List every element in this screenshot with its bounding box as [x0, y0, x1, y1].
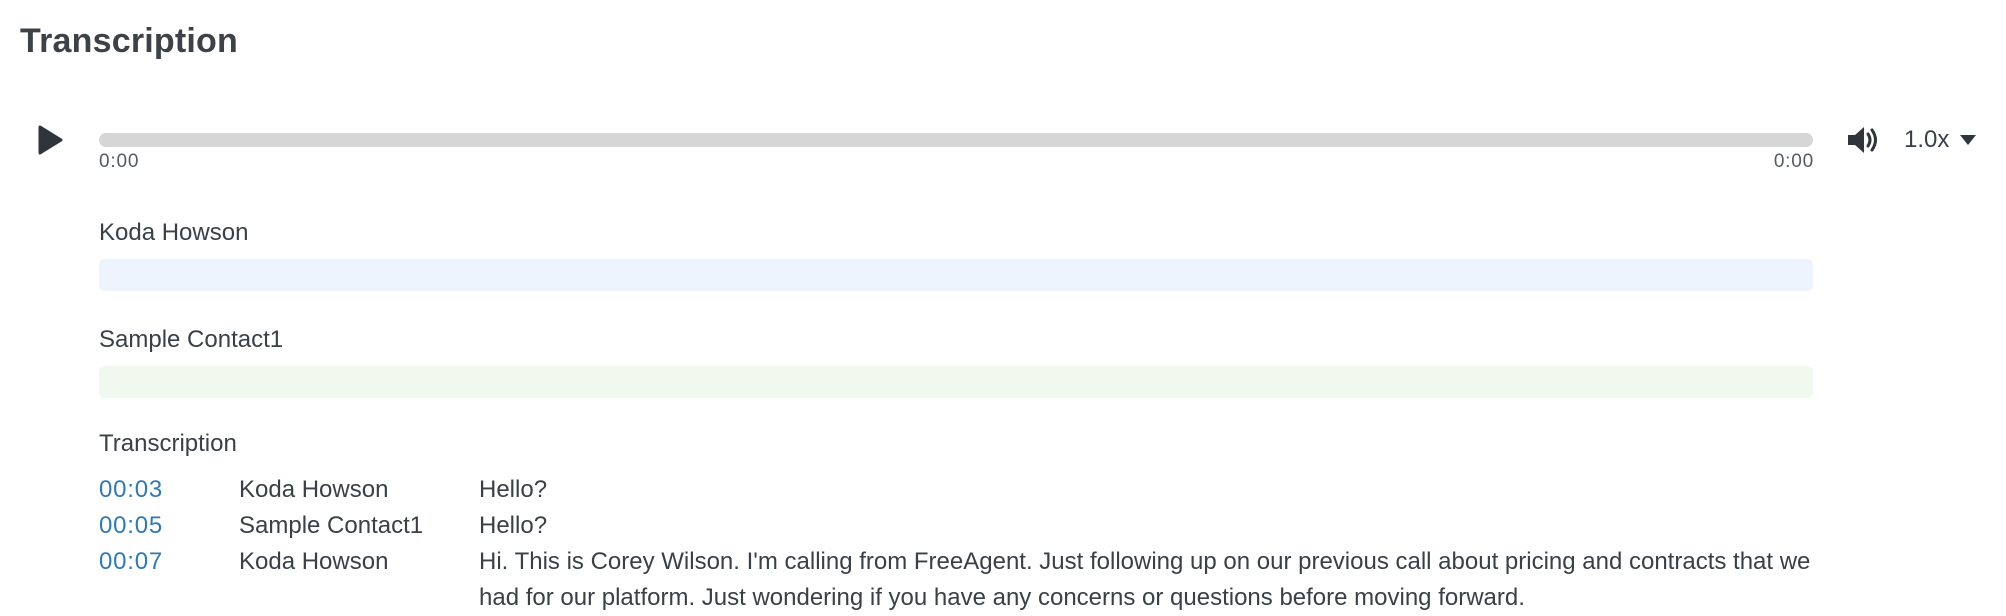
play-button[interactable]: [30, 120, 70, 160]
transcript-row: 00:07 Koda Howson Hi. This is Corey Wils…: [99, 544, 1829, 616]
row-speaker: Koda Howson: [239, 476, 389, 503]
transcription-heading: Transcription: [99, 430, 237, 457]
volume-button[interactable]: [1846, 124, 1880, 156]
audio-progress-bar[interactable]: [99, 133, 1813, 147]
speaker-timeline[interactable]: [99, 366, 1813, 398]
transcript-row: 00:05 Sample Contact1 Hello?: [99, 508, 1829, 544]
row-speaker: Koda Howson: [239, 548, 389, 575]
page-title: Transcription: [20, 22, 238, 60]
duration-time: 0:00: [1773, 151, 1814, 172]
caret-down-icon: [1960, 135, 1977, 145]
playback-speed-value: 1.0x: [1904, 126, 1950, 153]
speaker-name: Koda Howson: [99, 219, 249, 246]
row-text: Hello?: [479, 476, 548, 503]
timestamp-link[interactable]: 00:07: [99, 544, 239, 580]
playback-speed-select[interactable]: 1.0x: [1904, 124, 1977, 156]
speaker-name: Sample Contact1: [99, 326, 284, 353]
row-speaker: Sample Contact1: [239, 512, 424, 539]
play-icon: [38, 125, 63, 155]
timestamp-link[interactable]: 00:03: [99, 472, 239, 508]
transcript-list: 00:03 Koda Howson Hello? 00:05 Sample Co…: [99, 472, 1829, 616]
current-time: 0:00: [99, 151, 140, 172]
transcript-row: 00:03 Koda Howson Hello?: [99, 472, 1829, 508]
volume-icon: [1848, 127, 1877, 153]
row-text: Hello?: [479, 512, 548, 539]
speaker-timeline[interactable]: [99, 259, 1813, 291]
timestamp-link[interactable]: 00:05: [99, 508, 239, 544]
row-text: Hi. This is Corey Wilson. I'm calling fr…: [479, 548, 1811, 611]
